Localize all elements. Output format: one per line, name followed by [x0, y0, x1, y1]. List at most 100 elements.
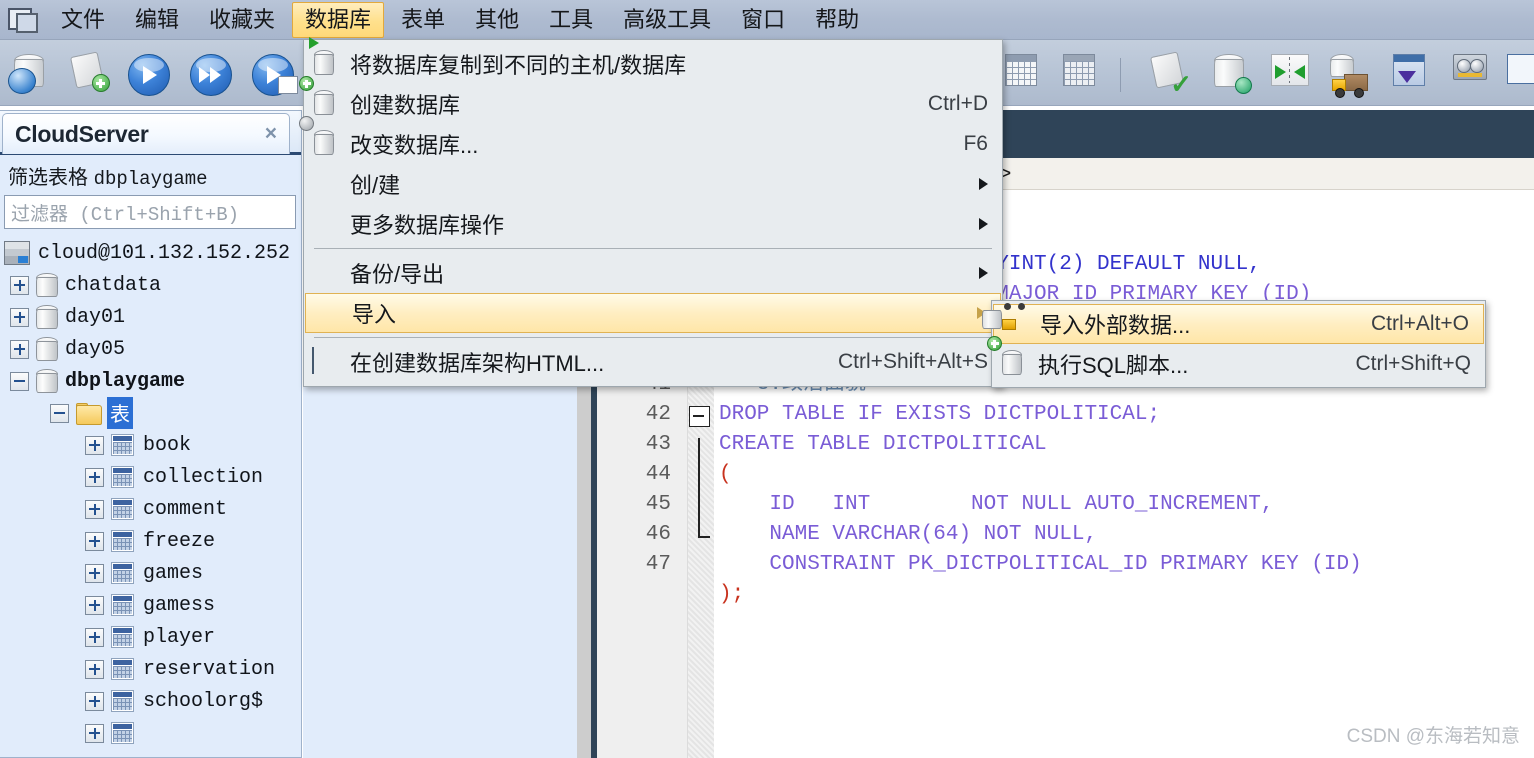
- expand-plus-icon[interactable]: [85, 467, 104, 487]
- menu-item-backup-export[interactable]: 备份/导出: [304, 253, 1002, 293]
- menu-favorites[interactable]: 收藏夹: [196, 2, 288, 38]
- filter-input[interactable]: 过滤器 (Ctrl+Shift+B): [4, 195, 296, 229]
- menu-advanced-tools[interactable]: 高级工具: [610, 2, 724, 38]
- expand-plus-icon[interactable]: [85, 659, 104, 679]
- menu-separator: [314, 248, 992, 249]
- tree-row[interactable]: 表: [0, 397, 301, 429]
- menu-item-more-database-ops[interactable]: 更多数据库操作: [304, 204, 1002, 244]
- database-dropdown-menu: 将数据库复制到不同的主机/数据库 创建数据库 Ctrl+D 改变数据库... F…: [299, 37, 1003, 387]
- import-data-icon: [982, 303, 1032, 338]
- run-all-icon[interactable]: [190, 54, 234, 96]
- menu-item-create-database[interactable]: 创建数据库 Ctrl+D: [299, 76, 1002, 124]
- menu-file[interactable]: 文件: [48, 2, 118, 38]
- refresh-database-icon[interactable]: [1208, 54, 1252, 94]
- import-export-icon[interactable]: [1388, 54, 1432, 94]
- fold-bracket-foot: [698, 536, 710, 538]
- application-window: 文件 编辑 收藏夹 数据库 表单 其他 工具 高级工具 窗口 帮助 ✓ Clou…: [0, 0, 1534, 758]
- tree-row[interactable]: schoolorg$: [0, 685, 301, 717]
- collapse-minus-icon[interactable]: [10, 371, 29, 391]
- tree-item-label: games: [143, 561, 204, 585]
- expand-plus-icon[interactable]: [10, 307, 29, 327]
- submenu-item-shortcut: Ctrl+Alt+O: [1370, 312, 1469, 335]
- code-line: 47 );: [597, 520, 1534, 606]
- schema-diagram-icon[interactable]: [1058, 54, 1102, 94]
- menu-item-import[interactable]: 导入: [305, 293, 1001, 333]
- menu-edit[interactable]: 编辑: [122, 2, 192, 38]
- tree-row[interactable]: gamess: [0, 589, 301, 621]
- table-icon: [111, 658, 134, 680]
- code-line: 43 (: [597, 400, 1534, 486]
- collapse-minus-icon[interactable]: [50, 403, 69, 423]
- menu-item-shortcut: Ctrl+Shift+Alt+S: [838, 350, 988, 373]
- submenu-item-import-external-data[interactable]: 导入外部数据... Ctrl+Alt+O: [982, 303, 1484, 344]
- tree-row[interactable]: day05: [0, 333, 301, 365]
- tree-item-label: cloud@101.132.152.252: [38, 241, 291, 265]
- expand-plus-icon[interactable]: [85, 595, 104, 615]
- menu-item-copy-database[interactable]: 将数据库复制到不同的主机/数据库: [304, 37, 1002, 84]
- table-icon: [111, 562, 134, 584]
- menu-item-create-schema-html[interactable]: 在创建数据库架构HTML... Ctrl+Shift+Alt+S: [304, 342, 1002, 382]
- sidebar-tab-cloudserver[interactable]: CloudServer ×: [2, 113, 290, 154]
- tree-row[interactable]: player: [0, 621, 301, 653]
- tree-row[interactable]: dbplaygame: [0, 365, 301, 397]
- code-line: 46 CONSTRAINT PK_DICTPOLITICAL_ID PRIMAR…: [597, 490, 1534, 576]
- tree-row[interactable]: reservation: [0, 653, 301, 685]
- tree-item-label: dbplaygame: [65, 369, 186, 393]
- import-submenu: 导入外部数据... Ctrl+Alt+O 执行SQL脚本... Ctrl+Shi…: [982, 300, 1486, 388]
- tree-row[interactable]: chatdata: [0, 269, 301, 301]
- menu-item-shortcut: F6: [963, 132, 988, 155]
- table-data-icon[interactable]: [1000, 54, 1044, 94]
- connect-database-icon[interactable]: [8, 54, 52, 94]
- menu-other[interactable]: 其他: [462, 2, 532, 38]
- tree-row[interactable]: freeze: [0, 525, 301, 557]
- table-icon: [111, 722, 134, 744]
- submenu-item-execute-sql-script[interactable]: 执行SQL脚本... Ctrl+Shift+Q: [987, 336, 1485, 384]
- tree-row[interactable]: day01: [0, 301, 301, 333]
- menu-item-label: 将数据库复制到不同的主机/数据库: [350, 53, 687, 78]
- menu-window[interactable]: 窗口: [728, 2, 798, 38]
- menu-help[interactable]: 帮助: [802, 2, 872, 38]
- menu-item-create[interactable]: 创/建: [304, 164, 1002, 204]
- menu-tools[interactable]: 工具: [536, 2, 606, 38]
- menu-item-alter-database[interactable]: 改变数据库... F6: [299, 116, 1002, 164]
- tree-row[interactable]: cloud@101.132.152.252: [0, 237, 301, 269]
- compare-icon[interactable]: [1268, 54, 1312, 94]
- expand-plus-icon[interactable]: [85, 723, 104, 743]
- tree-item-label: 表: [107, 397, 133, 429]
- database-icon: [36, 369, 58, 393]
- code-line: 44 ID INT NOT NULL AUTO_INCREMENT,: [597, 430, 1534, 516]
- tree-row[interactable]: [0, 717, 301, 749]
- expand-plus-icon[interactable]: [85, 435, 104, 455]
- code-line: 45 NAME VARCHAR(64) NOT NULL,: [597, 460, 1534, 546]
- submenu-item-label: 导入外部数据...: [1040, 313, 1191, 338]
- report-icon[interactable]: [1505, 54, 1534, 94]
- tree-row[interactable]: games: [0, 557, 301, 589]
- watermark: CSDN @东海若知意: [1346, 726, 1520, 747]
- expand-plus-icon[interactable]: [85, 499, 104, 519]
- table-icon: [111, 466, 134, 488]
- tree-row[interactable]: comment: [0, 493, 301, 525]
- code-fold-minus-icon[interactable]: [689, 406, 710, 427]
- menu-form[interactable]: 表单: [388, 2, 458, 38]
- menu-separator: [314, 337, 992, 338]
- expand-plus-icon[interactable]: [10, 275, 29, 295]
- monitor-icon[interactable]: [1448, 54, 1492, 94]
- menu-database[interactable]: 数据库: [292, 1, 385, 38]
- close-icon[interactable]: ×: [265, 122, 277, 146]
- expand-plus-icon[interactable]: [85, 531, 104, 551]
- tree-row[interactable]: collection: [0, 461, 301, 493]
- line-number: 47: [645, 553, 671, 576]
- run-icon[interactable]: [128, 54, 172, 96]
- expand-plus-icon[interactable]: [85, 627, 104, 647]
- chevron-right-icon: [979, 267, 988, 279]
- expand-plus-icon[interactable]: [10, 339, 29, 359]
- run-to-grid-icon[interactable]: [252, 54, 298, 96]
- expand-plus-icon[interactable]: [85, 691, 104, 711]
- chevron-right-icon: [979, 218, 988, 230]
- script-check-icon[interactable]: ✓: [1148, 51, 1192, 97]
- tree-row[interactable]: book: [0, 429, 301, 461]
- new-query-icon[interactable]: [68, 51, 112, 94]
- table-icon: [111, 434, 134, 456]
- expand-plus-icon[interactable]: [85, 563, 104, 583]
- data-transfer-icon[interactable]: [1328, 54, 1372, 98]
